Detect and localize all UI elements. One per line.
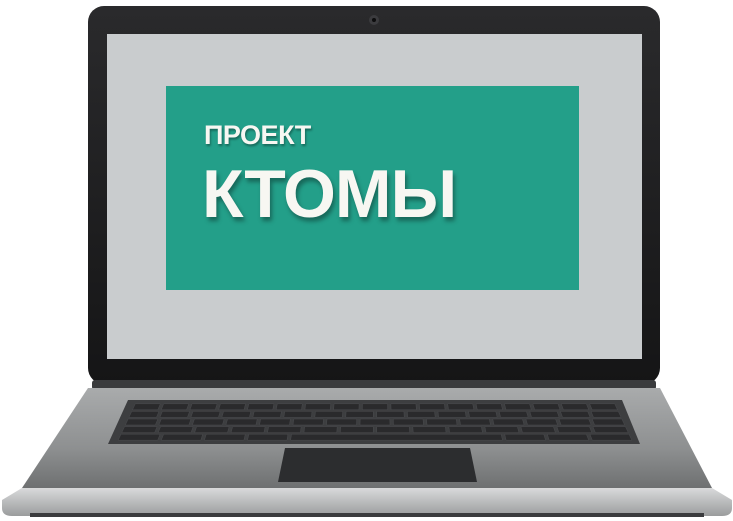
keyboard-key bbox=[525, 418, 558, 426]
keyboard-key bbox=[247, 403, 275, 411]
keyboard-key bbox=[247, 433, 289, 441]
keyboard-key bbox=[303, 426, 338, 433]
keyboard-key bbox=[275, 403, 303, 411]
touchpad bbox=[278, 448, 477, 482]
keyboard-key bbox=[159, 411, 190, 418]
logo-line-name: КТОМЫ bbox=[202, 156, 457, 232]
keyboard-keys bbox=[117, 403, 633, 441]
keyboard-key bbox=[393, 418, 424, 426]
keyboard-key bbox=[283, 411, 313, 418]
keyboard-key bbox=[468, 411, 498, 418]
keyboard-key bbox=[252, 411, 282, 418]
keyboard-key bbox=[160, 403, 190, 411]
keyboard-key bbox=[221, 411, 252, 418]
keyboard-key bbox=[192, 418, 225, 426]
keyboard-key bbox=[560, 411, 591, 418]
keyboard-key bbox=[340, 426, 374, 433]
keyboard-key bbox=[459, 418, 491, 426]
laptop-illustration: ПРОЕКТ КТОМЫ bbox=[0, 0, 733, 521]
laptop-front-edge bbox=[2, 488, 732, 516]
keyboard-key bbox=[326, 418, 357, 426]
keyboard-key bbox=[132, 403, 161, 411]
keyboard-key bbox=[376, 426, 410, 433]
keyboard-key bbox=[333, 403, 360, 411]
keyboard-key bbox=[362, 403, 388, 411]
keyboard-key bbox=[520, 426, 556, 433]
keyboard-key bbox=[590, 411, 622, 418]
keyboard-key bbox=[190, 411, 221, 418]
keyboard-key bbox=[532, 403, 561, 411]
keyboard-key bbox=[592, 426, 629, 433]
keyboard-key bbox=[504, 403, 532, 411]
keyboard-key bbox=[447, 403, 475, 411]
keyboard-key bbox=[376, 411, 405, 418]
keyboard-key bbox=[437, 411, 467, 418]
keyboard-key bbox=[204, 433, 246, 441]
logo-panel: ПРОЕКТ КТОМЫ bbox=[166, 86, 579, 290]
keyboard-key bbox=[225, 418, 258, 426]
keyboard-key bbox=[194, 426, 230, 433]
keyboard-key bbox=[290, 433, 503, 441]
keyboard-key bbox=[189, 403, 218, 411]
keyboard-key bbox=[498, 411, 529, 418]
logo-line-project: ПРОЕКТ bbox=[204, 120, 311, 150]
keyboard-key bbox=[492, 418, 525, 426]
keyboard-key bbox=[560, 403, 590, 411]
keyboard-key bbox=[230, 426, 266, 433]
keyboard-key bbox=[359, 418, 391, 426]
keyboard-key bbox=[117, 433, 161, 441]
keyboard-key bbox=[556, 426, 593, 433]
keyboard-key bbox=[504, 433, 546, 441]
keyboard-key bbox=[259, 418, 291, 426]
keyboard-key bbox=[589, 433, 633, 441]
keyboard-key bbox=[314, 411, 343, 418]
keyboard-key bbox=[484, 426, 520, 433]
keyboard-key bbox=[128, 411, 160, 418]
keyboard-key bbox=[558, 418, 592, 426]
keyboard-key bbox=[546, 433, 590, 441]
keyboard-key bbox=[345, 411, 374, 418]
keyboard-key bbox=[124, 418, 159, 426]
keyboard-key bbox=[529, 411, 560, 418]
keyboard-key bbox=[426, 418, 458, 426]
keyboard-key bbox=[292, 418, 324, 426]
keyboard-key bbox=[390, 403, 417, 411]
keyboard-key bbox=[121, 426, 158, 433]
keyboard-key bbox=[448, 426, 483, 433]
keyboard-key bbox=[475, 403, 503, 411]
keyboard-key bbox=[419, 403, 446, 411]
keyboard-key bbox=[589, 403, 618, 411]
keyboard-key bbox=[412, 426, 447, 433]
keyboard-key bbox=[591, 418, 626, 426]
keyboard-key bbox=[158, 418, 192, 426]
keyboard-key bbox=[160, 433, 204, 441]
keyboard-key bbox=[304, 403, 331, 411]
keyboard-key bbox=[157, 426, 194, 433]
keyboard-key bbox=[267, 426, 302, 433]
keyboard-key bbox=[407, 411, 436, 418]
keyboard-key bbox=[218, 403, 246, 411]
